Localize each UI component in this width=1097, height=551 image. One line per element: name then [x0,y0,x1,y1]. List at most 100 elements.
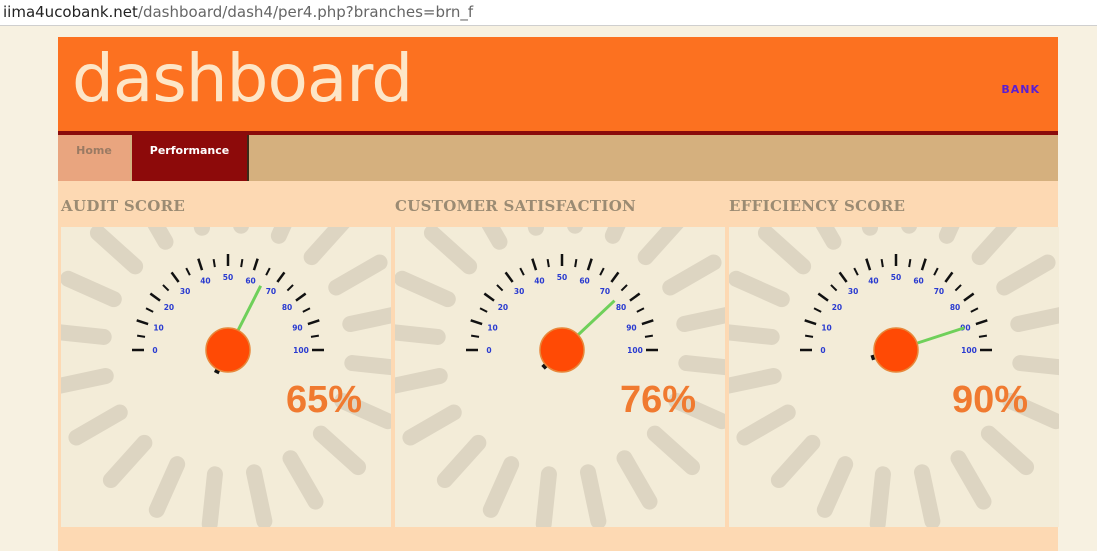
minor-tick [853,267,859,276]
url-path: /dashboard/dash4/per4.php?branches=brn_f [137,3,474,21]
gauge-percent: 65% [286,379,363,421]
gauge-svg: 010203040 50 60708090100 [395,227,725,527]
tick-label: 100 [293,346,309,355]
major-tick [531,258,538,271]
major-tick [252,258,259,271]
minor-tick [519,267,525,276]
minor-tick [265,267,271,276]
background-spoke [869,466,891,527]
gauge-audit-score: 0 10 20 30 40 50 60 70 80 90 100 65% [61,227,391,527]
background-spoke [147,227,174,250]
tick-label: 20 [498,303,508,312]
background-spoke [729,324,780,345]
minor-tick [470,334,480,338]
gauge-hub [205,327,251,373]
url-text[interactable]: iima4ucobank.net/dashboard/dash4/per4.ph… [3,3,473,21]
major-tick [295,292,307,302]
tick-label: 90 [626,323,636,332]
minor-tick [162,284,170,292]
major-tick [136,319,149,326]
background-spoke [481,227,508,250]
background-spoke [913,464,941,527]
gauge-hub [873,327,919,373]
tab-performance[interactable]: Performance [132,135,249,181]
minor-tick [240,258,244,268]
tick-label: 10 [821,323,831,332]
minor-tick [185,267,191,276]
tick-label: 70 [600,287,610,296]
major-tick [865,258,872,271]
dashboard-page: dashboard BANK Home Performance AUDIT SC… [58,37,1059,551]
background-spoke [646,425,701,476]
tab-home[interactable]: Home [58,135,130,181]
background-spoke [328,254,388,296]
background-spoke [282,450,324,510]
major-tick [963,292,975,302]
background-spoke [148,456,186,518]
tick-label: 0 [820,346,825,355]
tick-label: 60 [245,277,255,286]
background-spoke [527,227,545,236]
background-spoke [676,307,725,333]
tick-label: 70 [934,287,944,296]
minor-tick [636,307,645,313]
background-spoke [1010,307,1059,333]
gauge-customer-satisfaction: 0 10 20 30 40 50 60 70 80 90 100 76% [395,227,725,527]
minor-tick [908,258,912,268]
background-spoke [535,466,557,527]
minor-tick [813,307,822,313]
background-spoke [342,307,391,333]
tick-label: 90 [292,323,302,332]
minor-tick [546,258,550,268]
minor-tick [830,284,838,292]
minor-tick [574,258,578,268]
background-spoke [303,227,350,266]
minor-tick [804,334,814,338]
browser-address-bar[interactable]: iima4ucobank.net/dashboard/dash4/per4.ph… [0,0,1097,26]
minor-tick [286,284,294,292]
minor-tick [310,334,320,338]
background-spoke [102,434,153,489]
bank-link[interactable]: BANK [1001,83,1040,96]
background-spoke [604,227,626,244]
major-tick [838,271,848,283]
tick-label: 20 [164,303,174,312]
tick-label: 50 [557,273,567,282]
background-spoke [637,227,684,266]
tick-label: 80 [282,303,292,312]
background-spoke [815,227,842,250]
background-spoke [270,227,292,244]
major-tick [276,271,286,283]
background-spoke [61,324,112,345]
minor-tick [880,258,884,268]
page-footer-band [58,527,1058,551]
gauge-svg: 010203040 50 60708090100 [729,227,1059,527]
tick-label: 50 [223,273,233,282]
minor-tick [599,267,605,276]
background-spoke [68,404,128,446]
background-spoke [770,434,821,489]
background-spoke [950,450,992,510]
major-tick [470,319,483,326]
nav-bar: Home Performance [58,135,1058,181]
tick-label: 0 [486,346,491,355]
gauge-svg: 010203040 50 60708090100 [61,227,391,527]
url-host: iima4ucobank.net [3,3,138,21]
tick-label: 80 [950,303,960,312]
major-tick [804,319,817,326]
background-spoke [61,367,114,394]
minor-tick [302,307,311,313]
tick-label: 100 [961,346,977,355]
background-spoke [736,404,796,446]
tick-label: 100 [627,346,643,355]
tick-label: 30 [180,287,190,296]
tick-label: 80 [616,303,626,312]
minor-tick [970,307,979,313]
major-tick [149,292,161,302]
major-tick [817,292,829,302]
background-spoke [729,367,782,394]
background-spoke [579,464,607,527]
background-spoke [61,270,122,308]
tick-label: 30 [848,287,858,296]
tick-label: 50 [891,273,901,282]
